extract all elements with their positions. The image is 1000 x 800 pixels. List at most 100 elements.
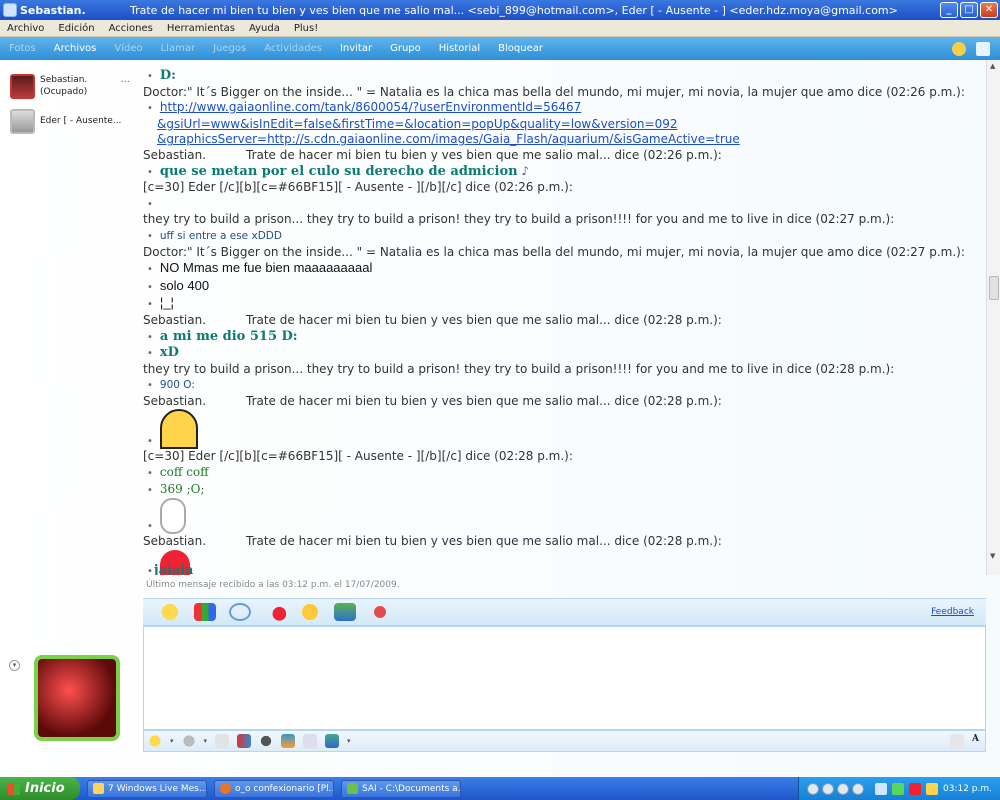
scroll-up-icon[interactable]: ▲: [990, 62, 995, 70]
nudge-button-icon[interactable]: [215, 734, 230, 748]
message-link[interactable]: &graphicsServer=http://s.cdn.gaiaonline.…: [157, 132, 740, 146]
message-text: jajaja: [153, 563, 194, 575]
emoticon-status-icon[interactable]: [952, 41, 966, 56]
toolbar-invitar[interactable]: Invitar: [331, 43, 381, 54]
last-message-status: Último mensaje recibido a las 03:12 p.m.…: [146, 580, 400, 590]
chat-message: que se metan por el culo su derecho de a…: [143, 164, 983, 181]
previous-icon[interactable]: [807, 782, 819, 795]
chevron-down-icon[interactable]: ▾: [204, 737, 208, 745]
volume-icon[interactable]: [852, 782, 864, 795]
contact-eder[interactable]: Eder [ - Ausente...: [10, 109, 130, 134]
message-header: Sebastian. Trate de hacer mi bien tu bien…: [143, 394, 983, 410]
chat-message: solo 400: [143, 278, 983, 296]
chat-message: 900 O:: [143, 377, 983, 394]
chat-message: ¦_¦: [143, 295, 983, 313]
ghost-emoticon-icon: [159, 498, 186, 535]
message-header: Sebastian. Trate de hacer mi bien tu bien…: [143, 148, 983, 164]
chat-message: jajaja: [143, 549, 983, 575]
wink-picker-icon[interactable]: [181, 734, 196, 748]
speech-bubble-icon[interactable]: [229, 603, 251, 621]
font-icon[interactable]: [303, 734, 318, 748]
message-header: [c=30] Eder [/c][b][c=#66BF15][ - Ausent…: [143, 449, 573, 464]
chat-message: 369 ;O;: [143, 482, 983, 499]
message-link[interactable]: &gsiUrl=www&isInEdit=false&firstTime=&lo…: [157, 117, 678, 131]
contact-sebastian[interactable]: Sebastian. (Ocupado) ...: [10, 74, 130, 99]
options-menu-icon[interactable]: [976, 41, 990, 56]
menu-ayuda[interactable]: Ayuda: [242, 23, 287, 34]
smiley-icon[interactable]: [159, 603, 181, 621]
menu-edicion[interactable]: Edición: [51, 23, 101, 34]
taskbar-item-sai[interactable]: SAI - C:\Documents a...: [341, 779, 461, 798]
collapse-icon[interactable]: ▾: [9, 660, 20, 671]
message-text: a mi me dio 515 D:: [159, 328, 298, 344]
start-button[interactable]: Inicio: [0, 777, 80, 800]
games-icon[interactable]: [281, 734, 296, 748]
toolbar-archivos[interactable]: Archivos: [45, 43, 106, 54]
scrollbar-thumb[interactable]: [989, 276, 999, 300]
chat-message: [143, 196, 983, 213]
toolbar-fotos: Fotos: [9, 43, 36, 54]
toolbar-bloquear[interactable]: Bloquear: [489, 43, 552, 54]
chat-history: D:Doctor:" It´s Bigger on the inside... …: [143, 68, 983, 575]
text-style-icon[interactable]: [194, 603, 216, 621]
alert-icon[interactable]: [369, 603, 391, 621]
close-button[interactable]: ✕: [980, 2, 998, 18]
menu-acciones[interactable]: Acciones: [102, 23, 160, 34]
tray-icon-network[interactable]: [892, 782, 904, 795]
toolbar-llamar: Llamar: [160, 43, 196, 54]
pause-icon[interactable]: [822, 782, 834, 795]
chat-message: NO Mmas me fue bien maaaaaaaaal: [143, 260, 983, 278]
message-text: ¦_¦: [159, 295, 174, 311]
sender-nickname: Trate de hacer mi bien tu bien y ves bie…: [246, 312, 722, 327]
menu-plus[interactable]: Plus!: [287, 23, 325, 34]
message-input[interactable]: [143, 626, 986, 730]
chat-scrollbar[interactable]: ▲ ▼: [986, 60, 1000, 575]
message-header: Doctor:" It´s Bigger on the inside... " …: [143, 244, 965, 259]
nudge-icon[interactable]: [264, 603, 286, 621]
next-icon[interactable]: [837, 782, 849, 795]
chevron-down-icon[interactable]: ▾: [170, 737, 174, 745]
menu-herramientas[interactable]: Herramientas: [160, 23, 242, 34]
tray-icon-antivirus[interactable]: [909, 782, 921, 795]
message-header: they try to build a prison... they try t…: [143, 361, 895, 376]
firefox-icon: [220, 783, 231, 794]
chat-message: &gsiUrl=www&isInEdit=false&firstTime=&lo…: [143, 117, 983, 133]
toolbar: Fotos Archivos Vídeo Llamar Juegos Actividade…: [0, 37, 1000, 60]
background-picker-icon[interactable]: [325, 734, 340, 748]
maximize-button[interactable]: □: [960, 2, 978, 18]
chat-message: uff si entre a ese xDDD: [143, 228, 983, 245]
handwriting-icon[interactable]: [950, 734, 965, 748]
voice-clip-icon[interactable]: [259, 734, 274, 748]
contact-more-icon[interactable]: ...: [120, 74, 130, 85]
type-icon[interactable]: A: [972, 734, 979, 748]
message-link[interactable]: http://www.gaiaonline.com/tank/8600054/?…: [160, 100, 581, 114]
avatar: [10, 109, 35, 134]
message-text: 900 O:: [159, 379, 195, 392]
message-text: coff coff: [159, 465, 209, 480]
user-display-picture[interactable]: [34, 655, 120, 741]
taskbar-item-messenger[interactable]: 7 Windows Live Mes...: [87, 779, 207, 798]
sender-name: Sebastian.: [143, 393, 207, 408]
toolbar-grupo[interactable]: Grupo: [381, 43, 430, 54]
taskbar-item-firefox[interactable]: o_o confexionario [Pl...: [214, 779, 334, 798]
message-text: 369 ;O;: [159, 481, 205, 496]
scroll-down-icon[interactable]: ▼: [990, 552, 995, 560]
custom-emoticon-icon: [159, 409, 198, 450]
toolbar-actividades: Actividades: [264, 43, 322, 54]
toolbar-historial[interactable]: Historial: [430, 43, 489, 54]
minimize-button[interactable]: _: [940, 2, 958, 18]
image-icon[interactable]: [237, 734, 252, 748]
message-text: NO Mmas me fue bien maaaaaaaaal: [159, 260, 373, 276]
background-icon[interactable]: [334, 603, 356, 621]
chat-message: [143, 409, 983, 450]
chat-message: http://www.gaiaonline.com/tank/8600054/?…: [143, 100, 983, 117]
tray-icon-volume[interactable]: [926, 782, 938, 795]
message-header: Sebastian. Trate de hacer mi bien tu bien…: [143, 534, 983, 550]
message-text: solo 400: [159, 277, 210, 293]
feedback-link[interactable]: Feedback: [931, 607, 974, 617]
emoticon-picker-icon[interactable]: [148, 734, 162, 748]
wink-icon[interactable]: [299, 603, 321, 621]
chevron-down-icon[interactable]: ▾: [347, 737, 351, 745]
menu-archivo[interactable]: Archivo: [0, 23, 51, 34]
tray-icon-messenger[interactable]: [875, 782, 887, 795]
